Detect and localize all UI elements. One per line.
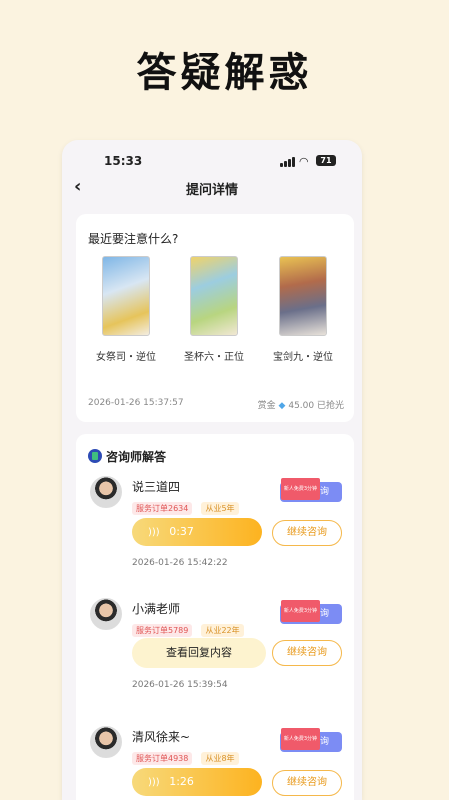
continue-consult-button[interactable]: 继续咨询 xyxy=(272,640,342,666)
battery-icon: 71 xyxy=(316,155,336,166)
answers-heading: 咨询师解答 xyxy=(88,448,166,465)
consultant-name: 小满老师 xyxy=(132,602,181,616)
tarot-card-2[interactable]: 圣杯六・正位 xyxy=(184,256,244,364)
reward-status: 已抢光 xyxy=(316,401,344,411)
consultant-icon xyxy=(88,449,102,463)
consultant-item: 说三道四 服务订单2634 从业5年 新人免费3分钟 语音咨询 ))) 0:37… xyxy=(76,476,354,586)
nav-bar: ‹ 提问详情 xyxy=(62,176,362,200)
banner-title: 答疑解惑 xyxy=(136,50,313,96)
status-bar: 15:33 ◠ 71 xyxy=(62,154,362,172)
question-footer: 2026-01-26 15:37:57 赏金 ◆ 45.00 已抢光 xyxy=(88,398,344,411)
status-time: 15:33 xyxy=(104,154,143,168)
tarot-card-image xyxy=(102,256,150,336)
question-date: 2026-01-26 15:37:57 xyxy=(88,398,184,408)
tarot-card-3[interactable]: 宝剑九・逆位 xyxy=(273,256,333,364)
tarot-card-label: 圣杯六・正位 xyxy=(184,352,244,363)
orders-badge: 服务订单2634 xyxy=(132,502,193,515)
orders-badge: 服务订单4938 xyxy=(132,752,193,765)
sound-wave-icon: ))) xyxy=(148,777,160,788)
consultant-tags: 服务订单2634 从业5年 xyxy=(132,496,243,515)
reward-info: 赏金 ◆ 45.00 已抢光 xyxy=(258,398,344,411)
consultant-tags: 服务订单5789 从业22年 xyxy=(132,618,248,637)
orders-badge: 服务订单5789 xyxy=(132,624,193,637)
audio-player[interactable]: ))) 1:26 xyxy=(132,768,262,796)
voice-consult-button[interactable]: 新人免费3分钟 语音咨询 xyxy=(280,478,342,502)
continue-consult-button[interactable]: 继续咨询 xyxy=(272,770,342,796)
question-text: 最近要注意什么? xyxy=(88,232,179,246)
avatar[interactable] xyxy=(90,476,122,508)
new-user-tag: 新人免费3分钟 xyxy=(280,728,320,750)
continue-consult-button[interactable]: 继续咨询 xyxy=(272,520,342,546)
signal-icon xyxy=(280,157,296,167)
tarot-card-image xyxy=(190,256,238,336)
tarot-card-image xyxy=(279,256,327,336)
tarot-card-1[interactable]: 女祭司・逆位 xyxy=(96,256,156,364)
consultant-tags: 服务订单4938 从业8年 xyxy=(132,746,243,765)
audio-player[interactable]: ))) 0:37 xyxy=(132,518,262,546)
new-user-tag: 新人免费3分钟 xyxy=(280,600,320,622)
new-user-tag: 新人免费3分钟 xyxy=(280,478,320,500)
audio-duration: 1:26 xyxy=(169,775,194,788)
voice-consult-button[interactable]: 新人免费3分钟 语音咨询 xyxy=(280,600,342,624)
question-card: 最近要注意什么? 女祭司・逆位 圣杯六・正位 宝剑九・逆位 2026-01-26… xyxy=(76,214,354,422)
phone-screen: 15:33 ◠ 71 ‹ 提问详情 最近要注意什么? 女祭司・逆位 圣杯六・正位… xyxy=(62,140,362,800)
tarot-card-label: 女祭司・逆位 xyxy=(96,352,156,363)
years-badge: 从业5年 xyxy=(201,502,239,515)
avatar[interactable] xyxy=(90,726,122,758)
page-title: 提问详情 xyxy=(185,183,238,198)
consultant-item: 小满老师 服务订单5789 从业22年 新人免费3分钟 语音咨询 查看回复内容 … xyxy=(76,598,354,708)
audio-duration: 0:37 xyxy=(169,525,194,538)
tarot-card-label: 宝剑九・逆位 xyxy=(273,352,333,363)
reward-value: 45.00 xyxy=(288,401,315,411)
consultant-item: 清风徐来~ 服务订单4938 从业8年 新人免费3分钟 语音咨询 ))) 1:2… xyxy=(76,726,354,800)
consultant-name: 说三道四 xyxy=(132,480,181,494)
answer-time: 2026-01-26 15:42:22 xyxy=(132,558,228,568)
view-reply-button[interactable]: 查看回复内容 xyxy=(132,638,266,668)
answer-time: 2026-01-26 15:39:54 xyxy=(132,680,228,690)
years-badge: 从业22年 xyxy=(201,624,244,637)
consultant-name: 清风徐来~ xyxy=(132,730,191,744)
wifi-icon: ◠ xyxy=(299,155,309,168)
sound-wave-icon: ))) xyxy=(148,527,160,538)
reward-label: 赏金 xyxy=(257,401,276,411)
answers-card: 咨询师解答 说三道四 服务订单2634 从业5年 新人免费3分钟 语音咨询 ))… xyxy=(76,434,354,800)
years-badge: 从业8年 xyxy=(201,752,239,765)
voice-consult-button[interactable]: 新人免费3分钟 语音咨询 xyxy=(280,728,342,752)
avatar[interactable] xyxy=(90,598,122,630)
diamond-icon: ◆ xyxy=(278,401,286,411)
